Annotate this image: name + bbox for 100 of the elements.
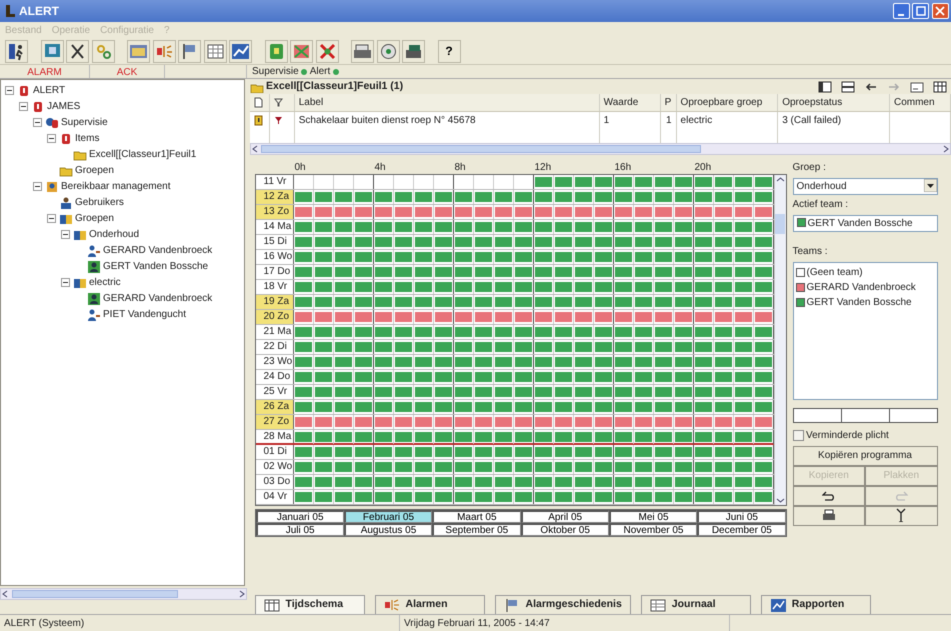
day-label[interactable]: 21 Ma (256, 325, 294, 339)
month-tab[interactable]: December 05 (697, 522, 786, 536)
day-label[interactable]: 15 Di (256, 235, 294, 249)
tree-item[interactable]: electric (89, 275, 121, 290)
month-tab[interactable]: November 05 (608, 522, 698, 536)
crossed-cards-button[interactable] (290, 40, 313, 62)
column-header[interactable]: Oproepstatus (778, 94, 890, 112)
column-header[interactable]: Label (294, 94, 600, 112)
month-tab[interactable]: Juli 05 (256, 522, 344, 536)
tree-item[interactable]: Groepen (75, 163, 114, 178)
stacked-printer-button[interactable] (402, 40, 425, 62)
disc-button[interactable] (376, 40, 400, 62)
month-tab[interactable]: Februari 05 (344, 510, 432, 522)
checkbox[interactable] (792, 430, 804, 441)
panel-layout-button[interactable] (816, 80, 834, 94)
month-tab[interactable]: Maart 05 (432, 510, 520, 522)
tree-item[interactable]: GERT Vanden Bossche (103, 259, 208, 274)
day-label[interactable]: 23 Wo (256, 355, 294, 369)
day-label[interactable]: 01 Di (256, 445, 294, 459)
columns-button[interactable] (930, 80, 948, 94)
day-label[interactable]: 17 Do (256, 265, 294, 279)
close-button[interactable] (932, 3, 948, 19)
help-button[interactable]: ? (438, 40, 460, 62)
undo-button[interactable] (792, 486, 865, 506)
month-tab[interactable]: Mei 05 (608, 510, 698, 522)
group-dropdown[interactable]: Onderhoud (792, 178, 938, 194)
cross-button[interactable] (316, 40, 338, 62)
speaker-button[interactable] (152, 40, 176, 62)
day-label[interactable]: 24 Do (256, 370, 294, 384)
day-label[interactable]: 11 Vr (256, 175, 294, 189)
tree-item[interactable]: Bereikbaar management (61, 179, 171, 194)
redo-icon (894, 489, 908, 502)
bottom-tab[interactable]: Tijdschema (254, 595, 364, 614)
day-label[interactable]: 04 Vr (256, 490, 294, 504)
column-header[interactable]: Commen (889, 94, 950, 112)
tree-item[interactable]: Supervisie (61, 115, 108, 130)
person-door-button[interactable] (5, 40, 28, 62)
column-header[interactable]: P (660, 94, 676, 112)
tools-button[interactable] (66, 40, 89, 62)
window-button[interactable] (127, 40, 150, 62)
bottom-tab[interactable]: Alarmgeschiedenis (494, 595, 631, 614)
tree-item[interactable]: PIET Vandengucht (103, 307, 186, 322)
team-item[interactable]: GERT Vanden Bossche (806, 294, 912, 310)
day-label[interactable]: 18 Vr (256, 280, 294, 294)
numbered-tile-button[interactable] (264, 40, 288, 62)
hour-label: 8h (454, 161, 466, 175)
scroll-thumb[interactable] (775, 214, 785, 234)
day-label[interactable]: 14 Ma (256, 220, 294, 234)
flag-button[interactable] (178, 40, 201, 62)
month-tab[interactable]: April 05 (520, 510, 609, 522)
tree-item[interactable]: Excell[[Classeur1]Feuil1 (89, 147, 196, 162)
bottom-tab[interactable]: Alarmen (374, 595, 484, 614)
day-label[interactable]: 22 Di (256, 340, 294, 354)
day-label[interactable]: 27 Zo (256, 415, 294, 429)
column-header[interactable]: Oproepbare groep (676, 94, 778, 112)
tree-item[interactable]: Onderhoud (89, 227, 140, 242)
tree-item[interactable]: ALERT (33, 83, 66, 98)
tree-item[interactable]: Gebruikers (75, 195, 124, 210)
print-button[interactable] (792, 506, 865, 526)
day-label[interactable]: 20 Zo (256, 310, 294, 324)
tree-item[interactable]: Groepen (75, 211, 114, 226)
scrollbar[interactable] (774, 175, 786, 505)
day-label[interactable]: 19 Za (256, 295, 294, 309)
tree-item[interactable]: GERARD Vandenbroeck (103, 243, 212, 258)
day-label[interactable]: 02 Wo (256, 460, 294, 474)
checkbox-label[interactable]: Verminderde plicht (806, 428, 889, 443)
month-tab[interactable]: September 05 (432, 522, 520, 536)
team-item[interactable]: (Geen team) (806, 264, 863, 280)
antenna-button[interactable] (865, 506, 938, 526)
chart-button[interactable] (229, 40, 252, 62)
column-header[interactable]: Waarde (599, 94, 660, 112)
day-label[interactable]: 13 Zo (256, 205, 294, 219)
day-label[interactable]: 03 Do (256, 475, 294, 489)
scrollbar[interactable] (0, 588, 247, 600)
bottom-tab[interactable]: Rapporten (760, 595, 871, 614)
day-label[interactable]: 28 Ma (256, 430, 294, 443)
tree-item[interactable]: Items (75, 131, 100, 146)
maximize-button[interactable] (912, 3, 929, 19)
team-item[interactable]: GERARD Vandenbroeck (806, 280, 916, 294)
scrollbar[interactable] (250, 143, 951, 155)
month-tab[interactable]: Januari 05 (256, 510, 344, 522)
month-tab[interactable]: Juni 05 (697, 510, 786, 522)
month-tab[interactable]: Oktober 05 (520, 522, 609, 536)
undo-icon (822, 489, 836, 502)
day-label[interactable]: 12 Za (256, 190, 294, 204)
window-button[interactable] (908, 80, 926, 94)
bottom-tab[interactable]: Journaal (640, 595, 751, 614)
day-label[interactable]: 26 Za (256, 400, 294, 414)
gears-button[interactable] (92, 40, 114, 62)
table-button[interactable] (204, 40, 226, 62)
monitor-button[interactable] (40, 40, 64, 62)
day-label[interactable]: 16 Wo (256, 250, 294, 264)
copy-program-button[interactable]: Kopiëren programma (792, 446, 938, 466)
split-view-button[interactable] (838, 80, 856, 94)
minimize-button[interactable] (892, 3, 910, 19)
day-label[interactable]: 25 Vr (256, 385, 294, 399)
month-tab[interactable]: Augustus 05 (344, 522, 432, 536)
tree-item[interactable]: JAMES (47, 99, 80, 114)
printer-button[interactable] (351, 40, 374, 62)
tree-item[interactable]: GERARD Vandenbroeck (103, 291, 212, 306)
